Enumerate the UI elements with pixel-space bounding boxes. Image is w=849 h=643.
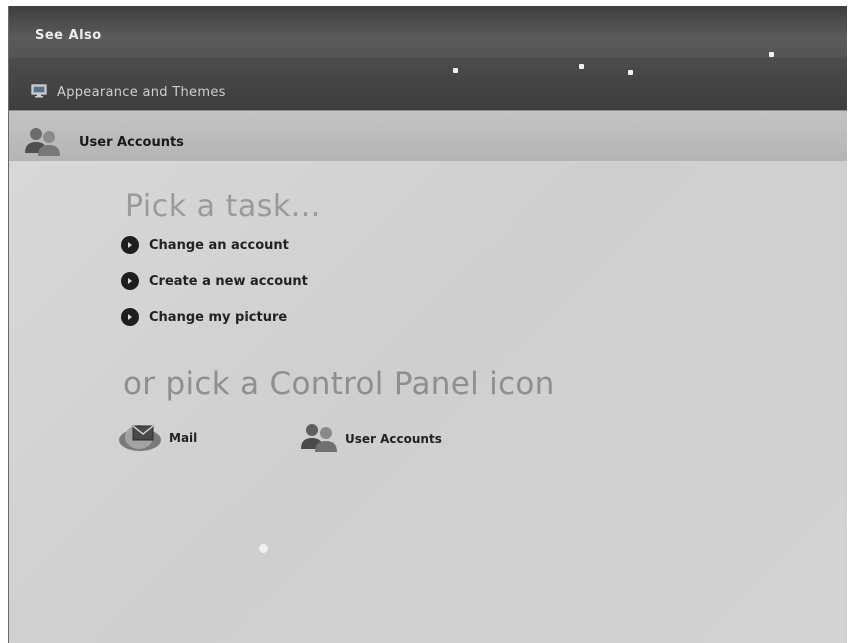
- glare-speck: [579, 64, 584, 69]
- pick-a-task-heading: Pick a task...: [125, 189, 321, 224]
- arrow-bullet-icon: [121, 308, 139, 326]
- task-content-area: [9, 161, 847, 643]
- task-change-my-picture[interactable]: Change my picture: [121, 308, 287, 326]
- user-accounts-icon: [299, 420, 339, 458]
- glare-speck: [259, 544, 268, 553]
- see-also-panel: [9, 6, 847, 58]
- arrow-bullet-icon: [121, 272, 139, 290]
- glare-speck: [453, 68, 458, 73]
- appearance-and-themes-label: Appearance and Themes: [57, 85, 226, 100]
- display-properties-icon: [31, 83, 47, 102]
- task-label: Change an account: [149, 237, 289, 253]
- control-panel-icon-mail[interactable]: Mail: [117, 418, 197, 458]
- glare-speck: [769, 52, 774, 57]
- control-panel-window: See Also Appearance and Themes User Acco…: [8, 6, 847, 643]
- see-also-title: See Also: [35, 28, 102, 43]
- mail-label: Mail: [169, 431, 198, 445]
- appearance-and-themes-link[interactable]: Appearance and Themes: [31, 83, 226, 102]
- task-create-a-new-account[interactable]: Create a new account: [121, 272, 308, 290]
- task-change-an-account[interactable]: Change an account: [121, 236, 289, 254]
- mail-icon: [117, 418, 163, 458]
- control-panel-icon-user-accounts[interactable]: User Accounts: [299, 420, 442, 458]
- glare-speck: [628, 70, 633, 75]
- task-label: Change my picture: [149, 309, 288, 325]
- task-label: Create a new account: [149, 273, 308, 289]
- page-title: User Accounts: [79, 135, 184, 150]
- user-accounts-icon: [23, 125, 63, 161]
- control-panel-icon-heading: or pick a Control Panel icon: [123, 366, 555, 402]
- category-header: User Accounts: [9, 110, 847, 161]
- arrow-bullet-icon: [121, 236, 139, 254]
- user-accounts-label: User Accounts: [345, 432, 442, 446]
